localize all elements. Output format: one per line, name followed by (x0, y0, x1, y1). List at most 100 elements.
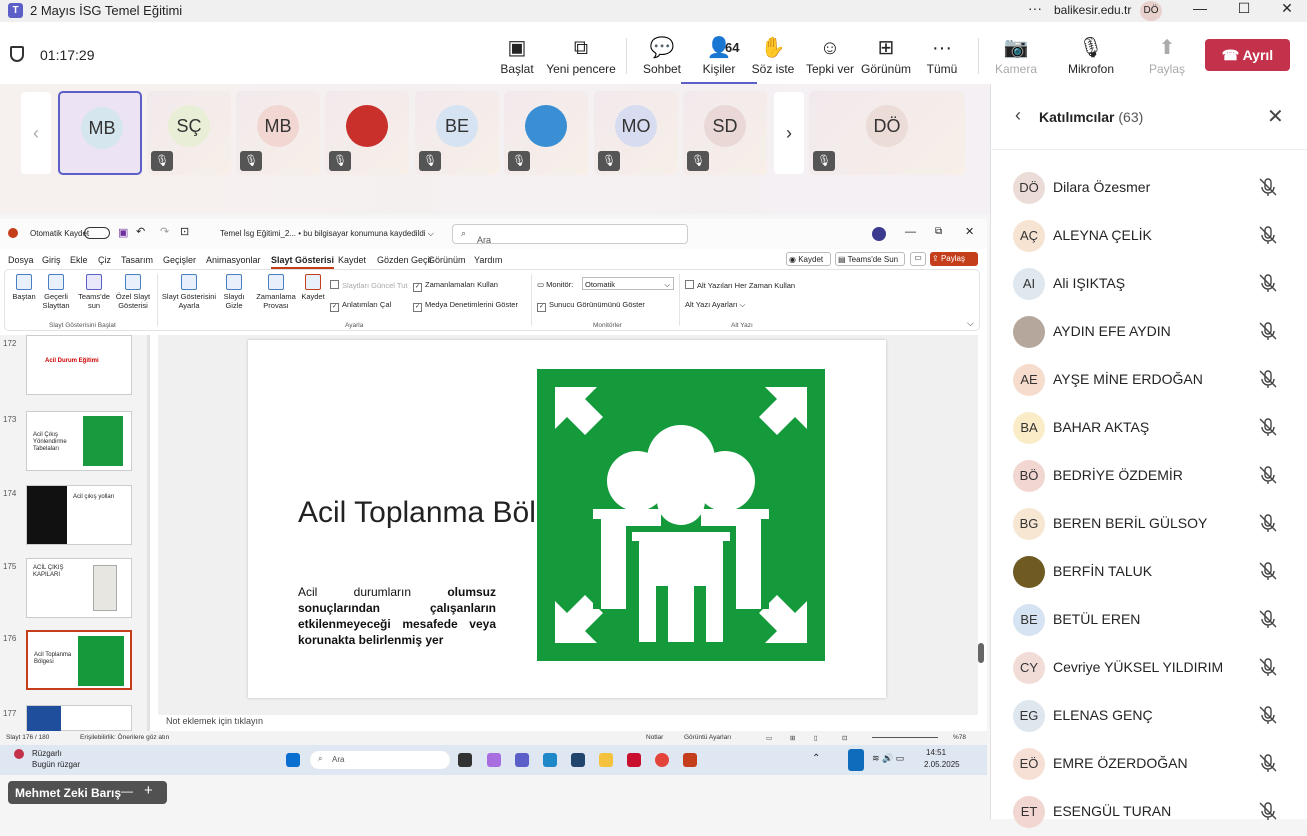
minimize-button[interactable]: — (1180, 0, 1220, 16)
mic-button[interactable]: 🎙 Mikrofon (1053, 36, 1129, 76)
slide-scrollbar-thumb[interactable] (978, 643, 984, 663)
participant-tile[interactable]: MB (58, 91, 142, 175)
sorter-view-icon[interactable]: ⊞ (790, 734, 795, 742)
menu-tab[interactable]: Tasarım (121, 255, 153, 265)
ppt-share-button[interactable]: ⇪ Paylaş (930, 252, 978, 266)
menu-tab[interactable]: Dosya (8, 255, 34, 265)
zoom-level[interactable]: %78 (953, 734, 966, 741)
slide-thumbnails-pane[interactable]: 172 Acil Durum Eğitimi 173 Acil Çıkış Yönle… (0, 335, 150, 732)
participant-row[interactable]: AI Ali IŞIKTAŞ (991, 260, 1307, 308)
participant-row[interactable]: BA BAHAR AKTAŞ (991, 404, 1307, 452)
notes-toggle[interactable]: Notlar (646, 734, 663, 741)
autosave-toggle[interactable] (84, 227, 110, 239)
from-beginning-button[interactable]: Baştan (11, 274, 37, 301)
explorer-icon[interactable] (599, 753, 613, 767)
close-button[interactable]: ✕ (1267, 0, 1307, 17)
ppt-minimize-button[interactable]: — (905, 226, 916, 238)
more-button[interactable]: ··· Tümü (904, 36, 980, 76)
participant-tile[interactable]: MB 🎙 (236, 91, 320, 175)
record-slideshow-button[interactable]: Kaydet (299, 274, 327, 301)
slideshow-view-icon[interactable]: ⊡ (842, 734, 847, 742)
menu-tab[interactable]: Gözden Geçir (377, 255, 433, 265)
participant-row[interactable]: AE AYŞE MİNE ERDOĞAN (991, 356, 1307, 404)
user-avatar[interactable] (872, 227, 886, 241)
network-volume-battery-icons[interactable]: ≋ 🔊 ▭ (872, 753, 904, 764)
file-name[interactable]: Temel İsg Eğitimi_2... • bu bilgisayar k… (220, 229, 434, 239)
normal-view-icon[interactable]: ▭ (766, 734, 772, 742)
minimize-share-icon[interactable]: — (121, 784, 133, 798)
custom-show-button[interactable]: Özel Slayt Gösterisi (113, 274, 153, 310)
always-subtitles-checkbox[interactable]: Alt Yazıları Her Zaman Kullan (685, 280, 795, 290)
leave-button[interactable]: ☎ Ayrıl (1205, 39, 1290, 71)
mic-in-use-icon[interactable] (848, 749, 864, 771)
rehearse-timings-button[interactable]: Zamanlama Provası (253, 274, 299, 310)
taskbar-search-input[interactable]: ⌕ Ara (310, 751, 450, 769)
slide-thumbnail[interactable]: Acil Durum Eğitimi (26, 335, 132, 395)
participant-tile[interactable]: BE 🎙 (415, 91, 499, 175)
display-settings[interactable]: Görüntü Ayarları (684, 734, 731, 741)
start-icon[interactable] (286, 753, 300, 767)
participant-row[interactable]: CY Cevriye YÜKSEL YILDIRIM (991, 644, 1307, 692)
participant-row[interactable]: EÖ EMRE ÖZERDOĞAN (991, 740, 1307, 788)
menu-tab[interactable]: Animasyonlar (206, 255, 261, 265)
participant-row[interactable]: BÖ BEDRİYE ÖZDEMİR (991, 452, 1307, 500)
participant-row[interactable]: BE BETÜL EREN (991, 596, 1307, 644)
camera-button[interactable]: 📷 Kamera (978, 36, 1054, 76)
menu-tab[interactable]: Geçişler (163, 255, 196, 265)
store-icon[interactable] (571, 753, 585, 767)
expand-share-icon[interactable]: + (144, 782, 153, 799)
edge-icon[interactable] (543, 753, 557, 767)
menu-tab[interactable]: Ekle (70, 255, 88, 265)
use-timings-checkbox[interactable]: Zamanlamaları Kullan (413, 280, 498, 292)
chrome-icon[interactable] (655, 753, 669, 767)
slide-thumbnail[interactable] (26, 705, 132, 732)
slide-thumbnail[interactable]: ACİL ÇIKIŞ KAPILARI (26, 558, 132, 618)
menu-tab[interactable]: Slayt Gösterisi (271, 255, 335, 269)
menu-tab[interactable]: Yardım (474, 255, 502, 265)
menu-tab[interactable]: Çiz (98, 255, 111, 265)
organization-name[interactable]: balikesir.edu.tr (1054, 3, 1131, 17)
ppt-record-button[interactable]: ◉ Kaydet (786, 252, 831, 266)
powerpoint-taskbar-icon[interactable] (683, 753, 697, 767)
participant-tile[interactable]: 🎙 (504, 91, 588, 175)
participant-row[interactable]: EG ELENAS GENÇ (991, 692, 1307, 740)
slide-thumbnail[interactable]: Acil çıkış yolları (26, 485, 132, 545)
ppt-restore-button[interactable]: ⧉ (935, 226, 942, 237)
keep-slides-updated-checkbox[interactable]: Slaytları Güncel Tut (330, 280, 407, 290)
ppt-teams-present-button[interactable]: ▤ Teams'de Sun (835, 252, 905, 266)
accessibility-status[interactable]: Erişilebilirlik: Önerilere göz atın (80, 734, 169, 741)
menu-tab[interactable]: Görünüm (428, 255, 466, 265)
slide-thumbnail[interactable]: Acil Çıkış Yönlendirme Tabelaları (26, 411, 132, 471)
weather-label[interactable]: Rüzgarlı (32, 749, 62, 758)
reading-view-icon[interactable]: ▯ (814, 734, 818, 742)
menu-tab[interactable]: Kaydet (338, 255, 366, 265)
zoom-slider[interactable] (872, 737, 938, 738)
mcafee-icon[interactable] (627, 753, 641, 767)
ppt-close-button[interactable]: ✕ (965, 225, 974, 238)
participant-tile[interactable]: DÖ 🎙 (809, 91, 965, 175)
participant-tile[interactable]: 🎙 (325, 91, 409, 175)
redo-icon[interactable]: ↷ (160, 225, 169, 238)
tray-chevron-icon[interactable]: ⌃ (812, 753, 820, 764)
close-icon[interactable]: ✕ (1267, 104, 1284, 129)
from-current-button[interactable]: Geçerli Slayttan (39, 274, 73, 310)
undo-icon[interactable]: ↶ (136, 225, 145, 238)
strip-prev-button[interactable]: ‹ (21, 92, 51, 174)
account-avatar[interactable]: DÖ (1140, 1, 1162, 21)
new-window-button[interactable]: ⧉ Yeni pencere (543, 36, 619, 76)
subtitle-settings-button[interactable]: Alt Yazı Ayarları ⌵ (685, 300, 745, 310)
maximize-button[interactable]: ☐ (1224, 0, 1264, 17)
participant-row[interactable]: ET ESENGÜL TURAN (991, 788, 1307, 836)
more-options-icon[interactable]: ··· (1028, 0, 1042, 16)
copilot-icon[interactable] (487, 753, 501, 767)
participant-row[interactable]: BG BEREN BERİL GÜLSOY (991, 500, 1307, 548)
participant-tile[interactable]: SÇ 🎙 (147, 91, 231, 175)
participant-row[interactable]: AYDIN EFE AYDIN (991, 308, 1307, 356)
notes-pane[interactable]: Not eklemek için tıklayın (158, 713, 978, 731)
participant-row[interactable]: DÖ Dilara Özesmer (991, 164, 1307, 212)
slideshow-qa-icon[interactable]: ⊡ (180, 225, 189, 238)
participant-row[interactable]: AÇ ALEYNA ÇELİK (991, 212, 1307, 260)
comments-icon[interactable]: ▭ (910, 252, 926, 266)
present-in-teams-button[interactable]: Teams'de sun (77, 274, 111, 310)
share-button[interactable]: ⬆ Paylaş (1129, 36, 1205, 76)
